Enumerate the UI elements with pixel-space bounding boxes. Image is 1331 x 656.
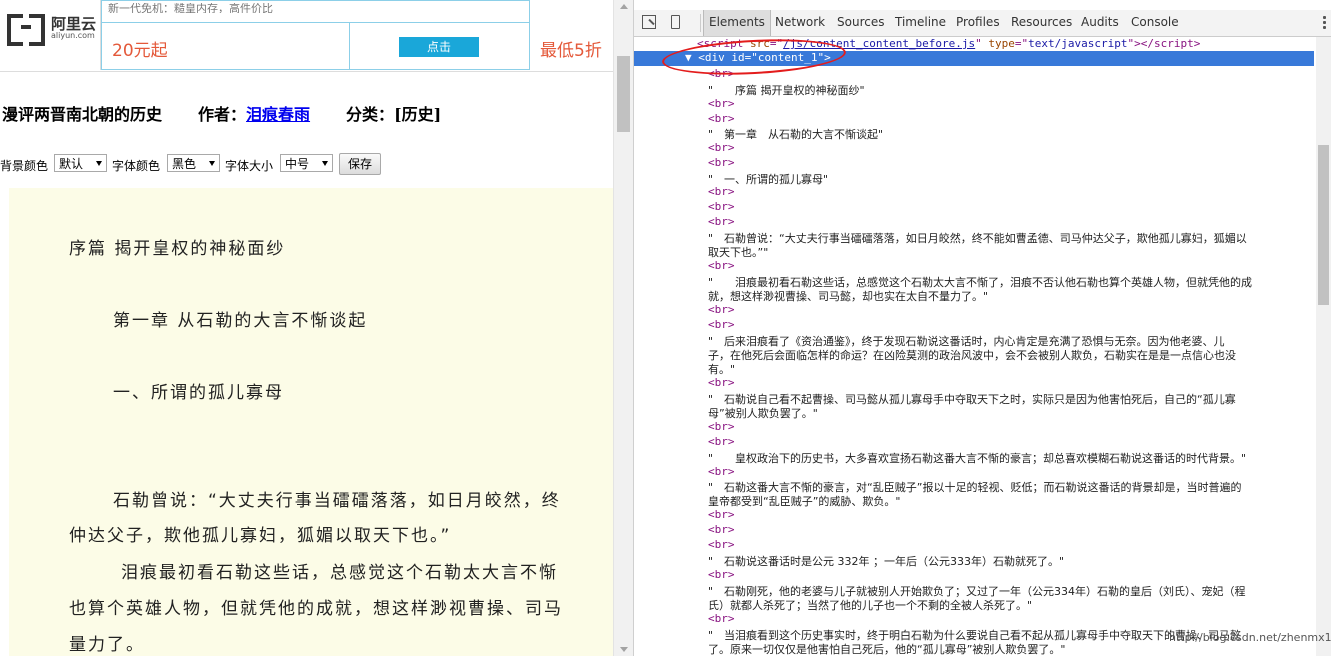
chapter-line: 一、所谓的孤儿寡母: [113, 383, 284, 403]
br-node[interactable]: <br>: [708, 97, 1314, 110]
tab-network[interactable]: Network: [775, 15, 825, 29]
toolbar-divider: [700, 14, 701, 32]
tab-resources[interactable]: Resources: [1011, 15, 1072, 29]
br-node[interactable]: <br>: [708, 67, 1314, 80]
category-value: [历史]: [394, 105, 442, 124]
paragraph-line: 石勒曾说：“大丈夫行事当礌礌落落，如日月皎然，终: [113, 491, 561, 511]
font-size-value: 中号: [285, 157, 310, 171]
ad-banner[interactable]: 阿里云 aliyun.com 新一代免机：糙皇内存，高件价比 20元起 点击 最…: [0, 0, 613, 72]
paragraph-line: 泪痕最初看石勒这些话，总感觉这个石勒太大言不惭: [121, 563, 558, 583]
save-button[interactable]: 保存: [339, 153, 381, 175]
text-node[interactable]: 母”被别人欺负罢了。": [708, 405, 1314, 421]
aliyun-logo-icon: [7, 14, 45, 46]
book-info: 漫评两晋南北朝的历史 作者：泪痕春雨 分类：[历史]: [2, 101, 441, 125]
br-node[interactable]: <br>: [708, 435, 1314, 448]
ad-discount: 最低5折: [540, 41, 602, 61]
tab-sources[interactable]: Sources: [837, 15, 884, 29]
tab-elements[interactable]: Elements: [703, 10, 771, 36]
tab-timeline[interactable]: Timeline: [895, 15, 946, 29]
script-src-link[interactable]: /js/content_content_before.js: [783, 37, 975, 50]
chevron-down-icon: [209, 161, 215, 166]
br-node[interactable]: <br>: [708, 538, 1314, 551]
font-size-label: 字体大小: [225, 159, 274, 173]
category-label: 分类：: [346, 105, 395, 124]
devtools-toolbar: Elements Network Sources Timeline Profil…: [634, 10, 1331, 37]
chevron-down-icon: [322, 161, 328, 166]
watermark: http://blog.csdn.net/zhenmx1: [1169, 631, 1331, 644]
font-color-select[interactable]: 黑色: [167, 154, 220, 172]
tab-console[interactable]: Console: [1131, 15, 1179, 29]
br-node[interactable]: <br>: [708, 215, 1314, 228]
aliyun-logo[interactable]: 阿里云 aliyun.com: [0, 0, 101, 70]
br-node[interactable]: <br>: [708, 156, 1314, 169]
tab-profiles[interactable]: Profiles: [956, 15, 1000, 29]
chevron-down-icon: [96, 161, 102, 166]
text-node[interactable]: 氏）就都人杀死了；当然了他的儿子也一个不剩的全被人杀死了。": [708, 597, 1314, 613]
br-node[interactable]: <br>: [708, 259, 1314, 272]
br-node[interactable]: <br>: [708, 376, 1314, 389]
br-node[interactable]: <br>: [708, 523, 1314, 536]
ad-tagline: 新一代免机：糙皇内存，高件价比: [108, 3, 273, 13]
book-title: 漫评两晋南北朝的历史: [2, 105, 163, 124]
bg-color-value: 默认: [59, 157, 84, 171]
br-node[interactable]: <br>: [708, 465, 1314, 478]
tab-audits[interactable]: Audits: [1081, 15, 1119, 29]
scroll-down-icon[interactable]: [620, 647, 628, 652]
text-node[interactable]: 有。": [708, 361, 1314, 377]
paragraph-line: 量力了。: [69, 635, 145, 655]
scrollbar-thumb[interactable]: [617, 56, 630, 132]
author-label: 作者：: [198, 105, 247, 124]
bg-color-label: 背景颜色: [0, 159, 49, 173]
script-type: text/javascript: [1028, 37, 1128, 50]
text-node[interactable]: 就，想这样渺视曹操、司马懿，却也实在太自不量力了。": [708, 288, 1314, 304]
device-mode-icon[interactable]: [671, 15, 680, 29]
br-node[interactable]: <br>: [708, 303, 1314, 316]
text-node[interactable]: " 石勒说这番话时是公元 332年 ；一年后（公元333年）石勒就死了。": [708, 553, 1314, 569]
div-id: content_1: [757, 51, 818, 64]
bg-color-select[interactable]: 默认: [54, 154, 107, 172]
reading-area: 序篇 揭开皇权的神秘面纱 第一章 从石勒的大言不惭谈起 一、所谓的孤儿寡母 石勒…: [9, 188, 613, 656]
author-link[interactable]: 泪痕春雨: [246, 105, 310, 124]
font-size-select[interactable]: 中号: [280, 154, 333, 172]
br-node[interactable]: <br>: [708, 318, 1314, 331]
br-node[interactable]: <br>: [708, 112, 1314, 125]
webpage-pane: 阿里云 aliyun.com 新一代免机：糙皇内存，高件价比 20元起 点击 最…: [0, 0, 613, 656]
br-node[interactable]: <br>: [708, 420, 1314, 433]
font-color-label: 字体颜色: [112, 159, 161, 173]
ad-click-button[interactable]: 点击: [399, 37, 479, 57]
font-color-value: 黑色: [172, 157, 197, 171]
ad-divider: [101, 22, 529, 23]
logo-en-text: aliyun.com: [51, 31, 95, 40]
text-node[interactable]: 取天下也。”": [708, 244, 1314, 260]
text-node[interactable]: " 第一章 从石勒的大言不惭谈起": [708, 126, 1314, 142]
chapter-line: 第一章 从石勒的大言不惭谈起: [113, 311, 368, 331]
ad-price: 20元起: [112, 41, 168, 61]
inspect-element-icon[interactable]: [642, 15, 656, 29]
chapter-line: 序篇 揭开皇权的神秘面纱: [69, 239, 286, 259]
ad-divider: [349, 22, 350, 69]
scrollbar-thumb[interactable]: [1318, 145, 1329, 305]
br-node[interactable]: <br>: [708, 508, 1314, 521]
script-node[interactable]: <script src="/js/content_content_before.…: [697, 37, 1314, 50]
text-node[interactable]: 皇帝都受到“乱臣贼子”的威胁、欺负。": [708, 493, 1314, 509]
text-node[interactable]: " 序篇 揭开皇权的神秘面纱": [708, 82, 1314, 98]
devtools-scrollbar[interactable]: [1316, 37, 1331, 656]
text-node[interactable]: " 皇权政治下的历史书，大多喜欢宣扬石勒这番大言不惭的豪言；却总喜欢模糊石勒说这…: [708, 450, 1314, 466]
selected-div-node[interactable]: ▼ <div id="content_1">: [634, 51, 1314, 66]
paragraph-line: 仲达父子，欺他孤儿寡妇，狐媚以取天下也。”: [69, 526, 452, 546]
br-node[interactable]: <br>: [708, 185, 1314, 198]
br-node[interactable]: <br>: [708, 200, 1314, 213]
devtools-panel: Elements Network Sources Timeline Profil…: [633, 0, 1331, 656]
br-node[interactable]: <br>: [708, 141, 1314, 154]
br-node[interactable]: <br>: [708, 612, 1314, 625]
page-scrollbar[interactable]: [613, 0, 634, 656]
paragraph-line: 也算个英雄人物，但就凭他的成就，想这样渺视曹操、司马: [69, 599, 563, 619]
br-node[interactable]: <br>: [708, 568, 1314, 581]
scroll-up-icon[interactable]: [620, 4, 628, 9]
more-menu-icon[interactable]: [1323, 16, 1326, 31]
elements-tree: <script src="/js/content_content_before.…: [634, 37, 1314, 656]
